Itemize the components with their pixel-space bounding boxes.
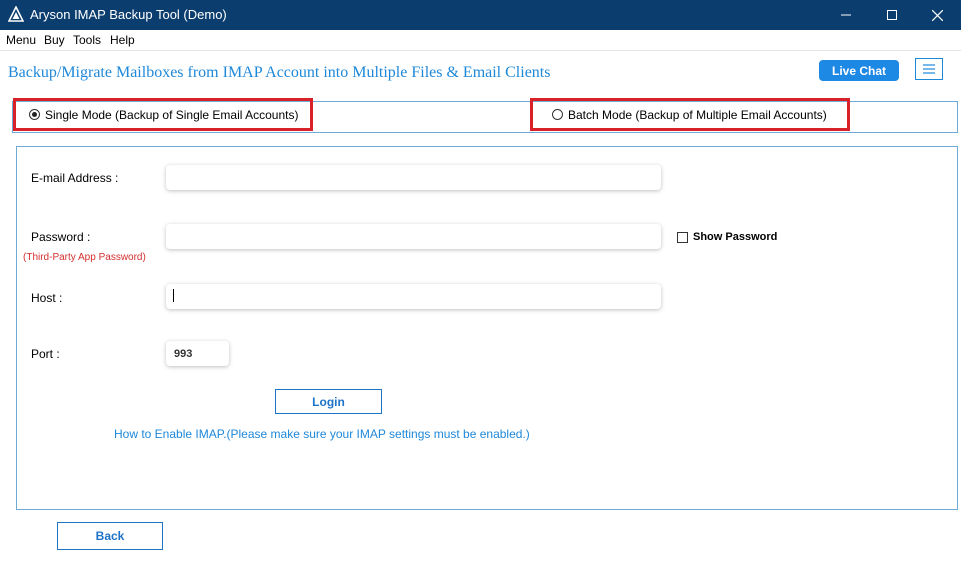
text-cursor	[173, 289, 174, 302]
login-form-panel	[16, 146, 958, 510]
menu-item-menu[interactable]: Menu	[6, 33, 36, 47]
app-logo-icon	[7, 5, 25, 22]
menu-bar: Menu Buy Tools Help	[0, 30, 961, 51]
login-button[interactable]: Login	[275, 389, 382, 414]
minimize-icon	[841, 14, 851, 16]
live-chat-button[interactable]: Live Chat	[819, 60, 899, 81]
password-label: Password :	[31, 230, 91, 244]
show-password-label[interactable]: Show Password	[693, 231, 777, 243]
email-label: E-mail Address :	[31, 171, 119, 185]
email-field[interactable]	[166, 165, 661, 190]
close-button[interactable]	[914, 0, 960, 30]
back-button[interactable]: Back	[57, 522, 163, 550]
menu-item-buy[interactable]: Buy	[44, 33, 65, 47]
minimize-button[interactable]	[823, 0, 869, 30]
batch-mode-radio[interactable]	[552, 109, 563, 120]
single-mode-label: Single Mode (Backup of Single Email Acco…	[45, 107, 299, 122]
menu-item-help[interactable]: Help	[110, 33, 135, 47]
close-icon	[931, 9, 943, 21]
single-mode-radio[interactable]	[29, 109, 40, 120]
port-field[interactable]	[166, 341, 229, 366]
window-title: Aryson IMAP Backup Tool (Demo)	[30, 7, 227, 22]
hamburger-icon	[923, 64, 935, 74]
radio-selected-dot	[32, 112, 37, 117]
maximize-icon	[887, 10, 897, 20]
maximize-button[interactable]	[869, 0, 915, 30]
hamburger-menu-button[interactable]	[915, 58, 943, 80]
port-label: Port :	[31, 347, 60, 361]
host-field[interactable]	[166, 284, 661, 309]
title-bar: Aryson IMAP Backup Tool (Demo)	[0, 0, 961, 30]
enable-imap-help-link[interactable]: How to Enable IMAP.(Please make sure you…	[114, 427, 530, 441]
password-hint: (Third-Party App Password)	[23, 252, 146, 263]
batch-mode-option[interactable]: Batch Mode (Backup of Multiple Email Acc…	[530, 98, 850, 131]
show-password-checkbox[interactable]	[677, 232, 688, 243]
page-heading: Backup/Migrate Mailboxes from IMAP Accou…	[8, 64, 551, 81]
single-mode-option[interactable]: Single Mode (Backup of Single Email Acco…	[13, 98, 313, 131]
host-label: Host :	[31, 291, 63, 305]
batch-mode-label: Batch Mode (Backup of Multiple Email Acc…	[568, 107, 827, 122]
password-field[interactable]	[166, 224, 661, 249]
menu-item-tools[interactable]: Tools	[73, 33, 101, 47]
